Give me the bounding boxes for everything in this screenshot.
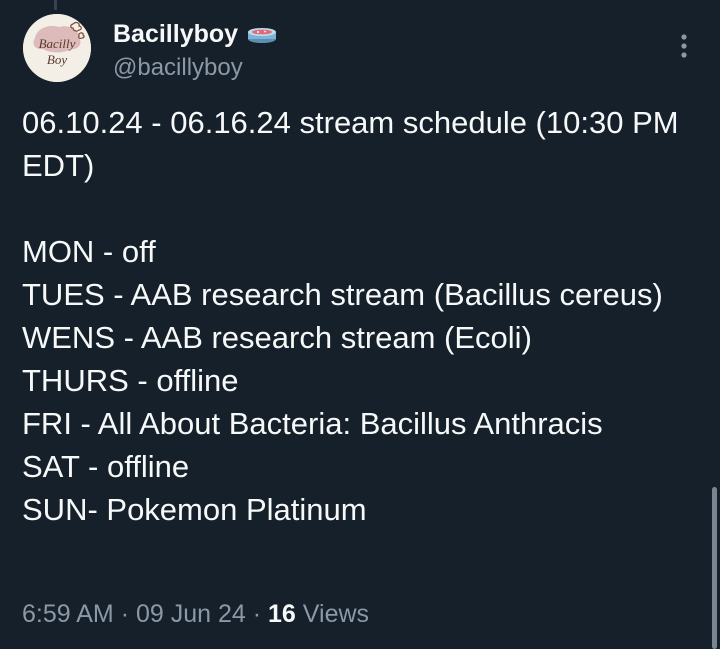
views-label: Views — [302, 600, 370, 628]
author-handle[interactable]: @bacillyboy — [113, 52, 243, 84]
timestamp-time[interactable]: 6:59 AM — [22, 600, 114, 628]
avatar-text-bottom: Boy — [47, 52, 67, 67]
timestamp-date[interactable]: 09 Jun 24 — [136, 600, 246, 628]
meta-separator: · — [120, 600, 130, 628]
avatar-text-top: Bacilly — [39, 36, 76, 51]
tweet-text: 06.10.24 - 06.16.24 stream schedule (10:… — [22, 105, 679, 527]
thread-connector-line — [54, 0, 57, 10]
tweet-metadata: 6:59 AM · 09 Jun 24 · 16 Views — [22, 596, 369, 632]
scrollbar-thumb[interactable] — [712, 487, 717, 649]
meta-separator: · — [252, 600, 262, 628]
more-vertical-icon — [681, 34, 687, 58]
views-count: 16 — [268, 600, 296, 628]
author-name-row: Bacillyboy — [113, 17, 278, 51]
avatar[interactable]: Bacilly Boy — [23, 14, 91, 82]
author-display-name[interactable]: Bacillyboy — [113, 17, 238, 51]
avatar-image: Bacilly Boy — [23, 14, 91, 82]
petri-dish-icon — [246, 26, 278, 49]
more-options-button[interactable] — [666, 28, 702, 64]
